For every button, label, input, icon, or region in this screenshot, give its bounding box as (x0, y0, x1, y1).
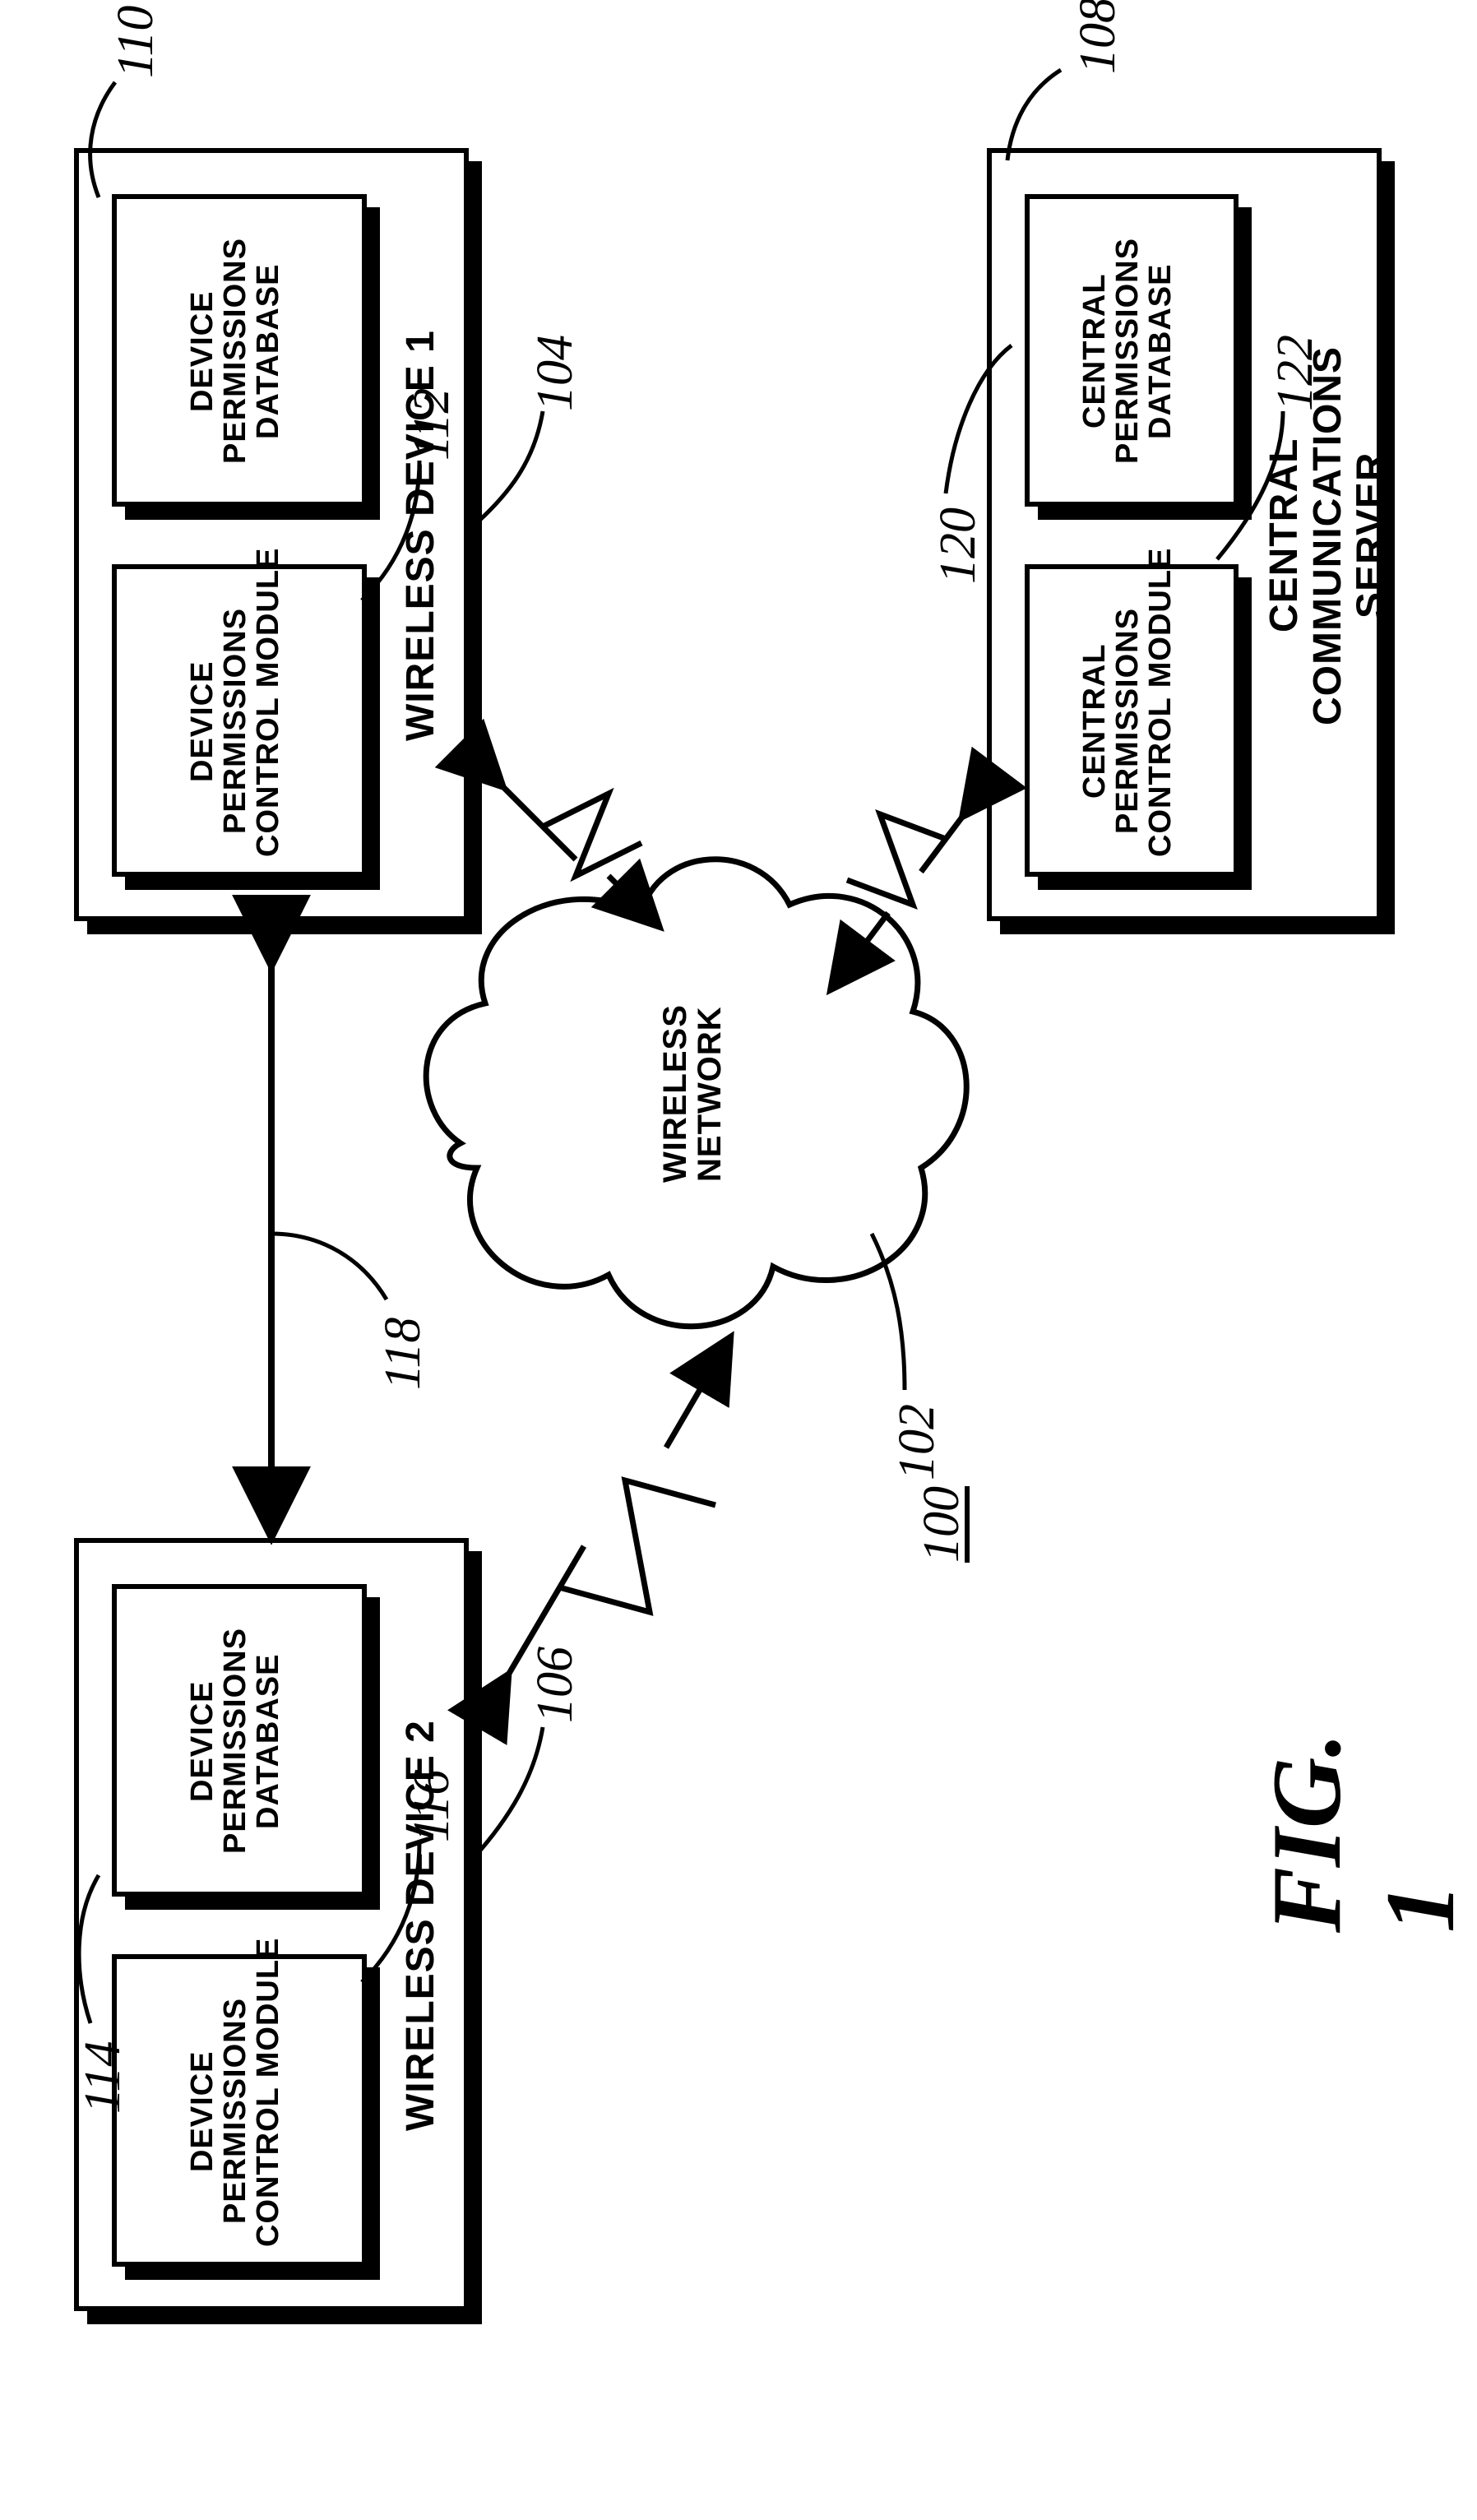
ref-122: 122 (1266, 335, 1325, 411)
arrows-overlay (0, 0, 1477, 2520)
ref-120: 120 (929, 507, 988, 584)
diagram-root: WIRELESS NETWORK WIRELESS DEVICE 1 DEVIC… (0, 0, 1477, 2520)
ref-102: 102 (888, 1404, 947, 1480)
ref-116: 116 (403, 1770, 461, 1842)
ref-112: 112 (403, 388, 461, 461)
ref-106: 106 (526, 1647, 585, 1723)
ref-100: 100 (913, 1486, 971, 1563)
ref-114: 114 (74, 2041, 132, 2114)
figure-caption: FIG. 1 (1250, 1706, 1477, 1933)
ref-104: 104 (526, 335, 585, 411)
ref-108: 108 (1069, 0, 1127, 74)
ref-118: 118 (374, 1318, 433, 1390)
ref-110: 110 (107, 6, 165, 78)
